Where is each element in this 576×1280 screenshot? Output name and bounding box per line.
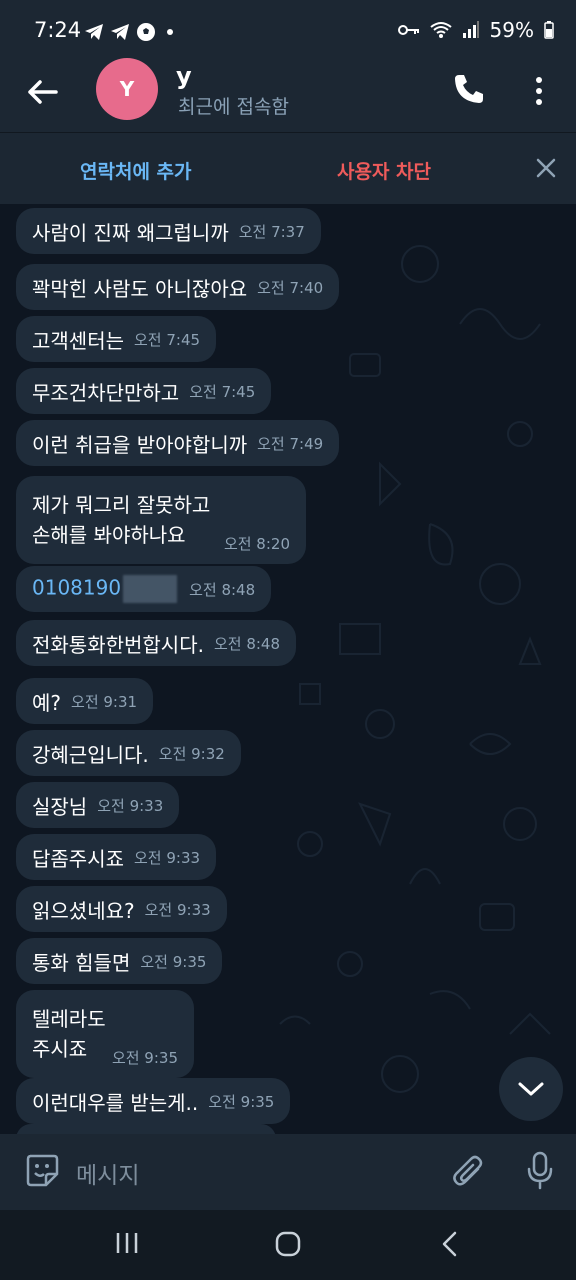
chevron-down-icon: [518, 1082, 544, 1096]
message-text: 강혜근입니다.: [32, 742, 149, 767]
message-time: 오전 9:35: [111, 1049, 178, 1067]
chat-header: Y y 최근에 접속함: [0, 58, 576, 132]
message-bubble[interactable]: 예? 오전 9:31: [16, 678, 154, 724]
message-time: 오전 7:37: [238, 222, 305, 241]
message-bubble-partial: [16, 1124, 276, 1134]
message-time: 오전 9:33: [97, 796, 164, 815]
action-bar: 연락처에 추가 사용자 차단: [0, 132, 576, 205]
message-time: 오전 7:45: [189, 382, 256, 401]
message-input[interactable]: 메시지: [76, 1156, 139, 1190]
paperclip-icon[interactable]: [452, 1152, 486, 1190]
dot-icon: [167, 29, 173, 35]
message-time: 오전 9:33: [134, 848, 201, 867]
message-time: 오전 9:31: [71, 692, 138, 711]
phone-icon[interactable]: [452, 72, 486, 106]
message-bubble[interactable]: 실장님 오전 9:33: [16, 782, 180, 828]
message-time: 오전 8:20: [223, 535, 290, 553]
message-bubble[interactable]: 이런대우를 받는게.. 오전 9:35: [16, 1078, 291, 1124]
home-icon[interactable]: [274, 1230, 302, 1258]
back-arrow-icon[interactable]: [22, 72, 62, 112]
message-bubble[interactable]: 전화통화한번합시다. 오전 8:48: [16, 620, 297, 666]
notification-icons: [84, 22, 176, 42]
message-text: 꽉막힌 사람도 아니잖아요: [32, 276, 248, 301]
message-text: 실장님: [32, 794, 88, 819]
battery-icon: [544, 21, 554, 39]
message-bubble[interactable]: 제가 뭐그리 잘못하고 손해를 봐야하나요 오전 8:20: [16, 476, 306, 564]
telegram-notification-icon: [111, 24, 129, 40]
message-bubble[interactable]: 답좀주시죠 오전 9:33: [16, 834, 217, 880]
redacted-area: [123, 575, 178, 603]
soccer-ball-icon: [137, 23, 155, 41]
message-text: 이런대우를 받는게..: [32, 1090, 199, 1115]
message-text: 답좀주시죠: [32, 846, 124, 871]
message-text: 전화통화한번합시다.: [32, 632, 204, 657]
message-bubble[interactable]: 꽉막힌 사람도 아니잖아요 오전 7:40: [16, 264, 340, 310]
recent-apps-icon[interactable]: [114, 1230, 140, 1256]
contact-status: 최근에 접속함: [178, 96, 289, 118]
message-time: 오전 8:48: [189, 580, 256, 599]
message-bubble[interactable]: 읽으셨네요? 오전 9:33: [16, 886, 227, 932]
message-text: 통화 힘들면: [32, 950, 131, 975]
message-time: 오전 9:33: [144, 900, 211, 919]
message-text: 제가 뭐그리 잘못하고 손해를 봐야하나요: [32, 493, 211, 547]
key-icon: [397, 25, 419, 35]
message-text: 읽으셨네요?: [32, 898, 135, 923]
message-bubble[interactable]: 무조건차단만하고 오전 7:45: [16, 368, 272, 414]
message-text: 텔레라도 주시죠: [32, 1007, 106, 1061]
message-time: 오전 7:49: [257, 434, 324, 453]
more-options-icon[interactable]: [527, 74, 551, 108]
message-text: 사람이 진짜 왜그럽니까: [32, 220, 229, 245]
back-nav-icon[interactable]: [438, 1230, 462, 1258]
close-icon[interactable]: [533, 155, 559, 181]
battery-percent: 59%: [489, 18, 534, 42]
avatar[interactable]: Y: [96, 58, 158, 120]
chat-messages[interactable]: 사람이 진짜 왜그럽니까 오전 7:37 꽉막힌 사람도 아니잖아요 오전 7:…: [0, 204, 576, 1134]
message-bubble[interactable]: 텔레라도 주시죠 오전 9:35: [16, 990, 194, 1078]
message-bubble[interactable]: 고객센터는 오전 7:45: [16, 316, 217, 362]
add-contact-button[interactable]: 연락처에 추가: [80, 157, 192, 184]
block-user-button[interactable]: 사용자 차단: [337, 157, 431, 184]
message-time: 오전 7:40: [257, 278, 324, 297]
phone-number-link[interactable]: 0108190: [32, 575, 179, 603]
message-bubble[interactable]: 사람이 진짜 왜그럽니까 오전 7:37: [16, 208, 321, 254]
message-input-bar: 메시지: [0, 1134, 576, 1210]
message-time: 오전 8:48: [213, 634, 281, 653]
sticker-emoji-icon[interactable]: [24, 1152, 60, 1188]
status-bar: 7:24 59%: [0, 0, 576, 60]
signal-icon: [462, 21, 479, 38]
system-icons: 59%: [397, 18, 554, 42]
message-time: 오전 9:35: [140, 952, 207, 971]
contact-name[interactable]: y: [176, 62, 192, 90]
message-text: 예?: [32, 690, 62, 715]
message-bubble[interactable]: 0108190 오전 8:48: [16, 566, 272, 612]
message-time: 오전 9:35: [208, 1092, 275, 1111]
message-time: 오전 7:45: [134, 330, 201, 349]
message-bubble[interactable]: 이런 취급을 받아야합니까 오전 7:49: [16, 420, 340, 466]
microphone-icon[interactable]: [524, 1150, 556, 1190]
system-navigation-bar: [0, 1210, 576, 1280]
status-time: 7:24: [34, 18, 82, 42]
message-text: 이런 취급을 받아야합니까: [32, 432, 248, 457]
message-text: 무조건차단만하고: [32, 380, 180, 405]
scroll-down-button[interactable]: [499, 1057, 563, 1121]
message-text: 고객센터는: [32, 328, 124, 353]
telegram-notification-icon: [85, 24, 103, 40]
wifi-icon: [429, 22, 452, 38]
message-time: 오전 9:32: [158, 744, 225, 763]
message-bubble[interactable]: 강혜근입니다. 오전 9:32: [16, 730, 241, 776]
message-bubble[interactable]: 통화 힘들면 오전 9:35: [16, 938, 223, 984]
